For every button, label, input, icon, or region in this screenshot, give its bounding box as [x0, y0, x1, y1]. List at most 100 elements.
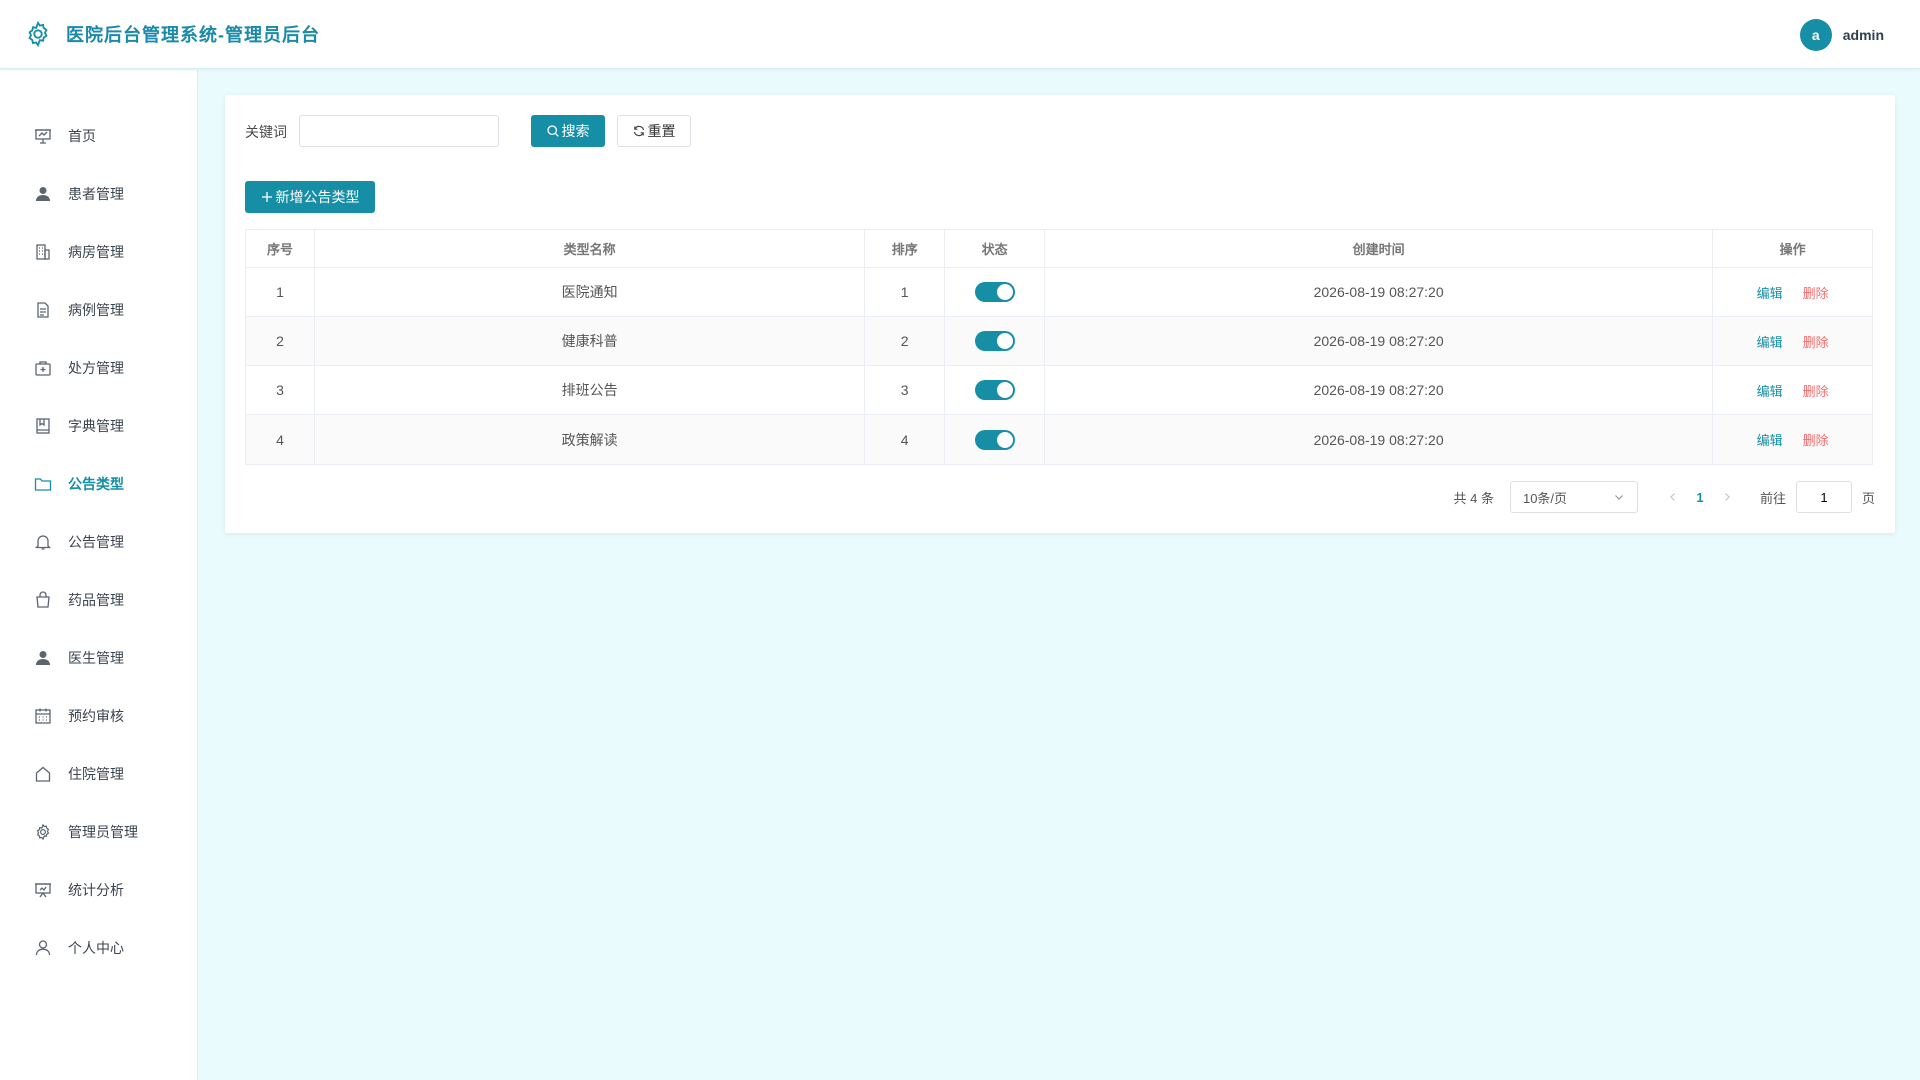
- sidebar-item-label: 首页: [68, 128, 96, 144]
- delete-link[interactable]: 删除: [1803, 381, 1829, 400]
- keyword-input[interactable]: [299, 115, 499, 147]
- document-icon: [37, 302, 49, 318]
- delete-link[interactable]: 删除: [1803, 283, 1829, 302]
- goto-page-input[interactable]: [1795, 481, 1852, 513]
- goto-label: 前往: [1759, 490, 1786, 506]
- table-row: 3 排班公告 3 2026-08-19 08:27:20 编辑 删除: [246, 366, 1872, 415]
- sidebar-item-label: 病例管理: [68, 302, 124, 318]
- sidebar-item-label: 病房管理: [68, 244, 124, 260]
- sidebar-item-statistics[interactable]: 统计分析: [0, 870, 197, 910]
- calendar-icon: [35, 708, 51, 724]
- reset-button[interactable]: 重置: [617, 115, 691, 147]
- sidebar-item-prescriptions[interactable]: 处方管理: [0, 348, 197, 388]
- cell-index: 1: [246, 268, 315, 316]
- sidebar: 首页 患者管理 病房管理 病例管理 处方管理 字典管理 公告类型 公告管理 药品…: [0, 70, 198, 1080]
- chevron-right-icon: [1725, 493, 1730, 501]
- edit-link[interactable]: 编辑: [1757, 381, 1783, 400]
- toggle-knob: [996, 284, 1013, 300]
- reset-button-label: 重置: [647, 123, 676, 139]
- next-page-button[interactable]: [1716, 492, 1738, 502]
- page-size-select[interactable]: 10条/页: [1509, 481, 1638, 513]
- search-button[interactable]: 搜索: [531, 115, 605, 147]
- toggle-knob: [996, 431, 1013, 448]
- cell-sort: 1: [865, 268, 946, 316]
- chevron-down-icon: [1615, 495, 1623, 500]
- delete-link[interactable]: 删除: [1803, 332, 1829, 351]
- cell-type-name: 医院通知: [315, 268, 866, 316]
- sidebar-item-label: 字典管理: [68, 418, 124, 434]
- edit-link[interactable]: 编辑: [1757, 430, 1783, 449]
- presentation-icon: [35, 129, 51, 144]
- sidebar-item-cases[interactable]: 病例管理: [0, 290, 197, 330]
- sidebar-item-label: 药品管理: [68, 592, 124, 608]
- chevron-left-icon: [1670, 493, 1675, 501]
- table-row: 2 健康科普 2 2026-08-19 08:27:20 编辑 删除: [246, 317, 1872, 366]
- search-button-label: 搜索: [561, 123, 590, 139]
- add-notice-type-button[interactable]: 新增公告类型: [245, 181, 375, 213]
- content-card: 关键词 搜索 重置 新增公告类型 序号 类型名称 排序 状态 创建时间 操作 1…: [225, 95, 1895, 533]
- toggle-knob: [996, 333, 1013, 349]
- username[interactable]: admin: [1843, 27, 1884, 43]
- sidebar-item-label: 患者管理: [68, 186, 124, 202]
- shopping-bag-icon: [36, 591, 50, 608]
- sidebar-item-drugs[interactable]: 药品管理: [0, 580, 197, 620]
- sidebar-item-inpatient[interactable]: 住院管理: [0, 754, 197, 794]
- keyword-label: 关键词: [245, 124, 287, 140]
- sidebar-item-patients[interactable]: 患者管理: [0, 174, 197, 214]
- sidebar-item-label: 管理员管理: [68, 824, 138, 840]
- sidebar-item-profile[interactable]: 个人中心: [0, 928, 197, 968]
- sidebar-item-dictionary[interactable]: 字典管理: [0, 406, 197, 446]
- sidebar-item-doctors[interactable]: 医生管理: [0, 638, 197, 678]
- sidebar-item-home[interactable]: 首页: [0, 116, 197, 156]
- column-header: 类型名称: [315, 230, 866, 267]
- notebook-icon: [36, 418, 50, 434]
- cell-created: 2026-08-19 08:27:20: [1045, 317, 1714, 365]
- edit-link[interactable]: 编辑: [1757, 283, 1783, 302]
- cell-index: 2: [246, 317, 315, 365]
- user-filled-icon: [36, 187, 50, 201]
- cell-index: 3: [246, 366, 315, 414]
- folder-icon: [34, 478, 52, 491]
- cell-actions: 编辑 删除: [1713, 268, 1872, 316]
- sidebar-item-label: 公告管理: [68, 534, 124, 550]
- sidebar-item-wards[interactable]: 病房管理: [0, 232, 197, 272]
- cell-sort: 3: [865, 366, 946, 414]
- user-menu[interactable]: a admin: [1799, 19, 1884, 51]
- pagination: 共 4 条 10条/页 1 前往 页: [1454, 481, 1875, 513]
- edit-link[interactable]: 编辑: [1757, 332, 1783, 351]
- cell-status: [945, 366, 1046, 414]
- status-toggle[interactable]: [974, 429, 1015, 450]
- status-toggle[interactable]: [974, 331, 1015, 351]
- cell-actions: 编辑 删除: [1713, 415, 1872, 464]
- status-toggle[interactable]: [974, 282, 1015, 302]
- page-number[interactable]: 1: [1684, 490, 1716, 505]
- refresh-icon: [633, 125, 644, 137]
- plus-icon: [261, 192, 272, 202]
- notice-type-table: 序号 类型名称 排序 状态 创建时间 操作 1 医院通知 1 2026-08-1…: [245, 229, 1873, 465]
- first-aid-kit-icon: [35, 361, 51, 376]
- column-header: 状态: [945, 230, 1046, 267]
- gear-icon: [36, 823, 50, 841]
- prev-page-button[interactable]: [1662, 492, 1684, 502]
- cell-type-name: 健康科普: [315, 317, 866, 365]
- avatar[interactable]: a: [1799, 19, 1832, 51]
- search-icon: [546, 125, 559, 137]
- sidebar-item-label: 个人中心: [68, 940, 124, 956]
- gear-icon: [28, 20, 48, 48]
- sidebar-item-label: 统计分析: [68, 882, 124, 898]
- status-toggle[interactable]: [974, 380, 1015, 400]
- sidebar-item-appointments[interactable]: 预约审核: [0, 696, 197, 736]
- table-header-row: 序号 类型名称 排序 状态 创建时间 操作: [246, 230, 1872, 268]
- sidebar-item-notices[interactable]: 公告管理: [0, 522, 197, 562]
- sidebar-item-label: 处方管理: [68, 360, 124, 376]
- brand: 医院后台管理系统-管理员后台: [24, 20, 320, 48]
- column-header: 创建时间: [1045, 230, 1714, 267]
- sidebar-item-notice-types[interactable]: 公告类型: [0, 464, 197, 504]
- toggle-knob: [996, 382, 1013, 398]
- column-header: 序号: [246, 230, 315, 267]
- sidebar-item-admins[interactable]: 管理员管理: [0, 812, 197, 852]
- cell-status: [945, 317, 1046, 365]
- delete-link[interactable]: 删除: [1803, 430, 1829, 449]
- cell-created: 2026-08-19 08:27:20: [1045, 366, 1714, 414]
- cell-actions: 编辑 删除: [1713, 366, 1872, 414]
